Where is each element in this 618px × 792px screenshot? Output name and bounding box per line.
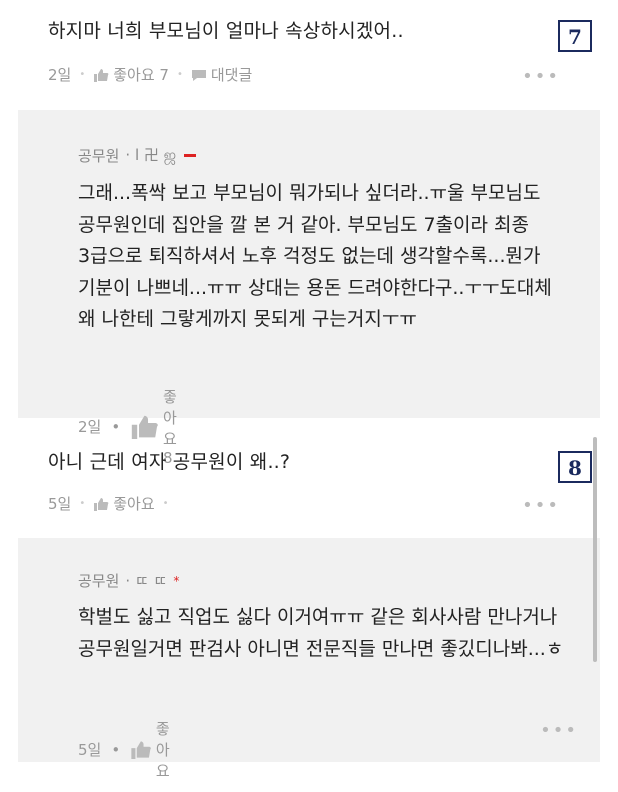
comment-1: 하지마 너희 부모님이 얼마나 속상하시겠어.. 7 2일 • 좋아요 7 • … [0, 0, 600, 110]
scrollbar[interactable] [593, 437, 597, 662]
reply-label: 대댓글 [210, 66, 253, 84]
number-badge: 7 [558, 20, 592, 52]
star-mark: * [173, 573, 180, 588]
comment-2: 아니 근데 여자 공무원이 왜..? 8 5일 • 좋아요 • ••• [0, 425, 600, 535]
reply-author-row: 공무원 · ㄸ ㄸ * [78, 570, 179, 591]
speech-bubble-icon [191, 69, 206, 81]
like-button[interactable]: 좋아요 [130, 718, 175, 781]
comment-text: 하지마 너희 부모님이 얼마나 속상하시겠어.. [48, 20, 404, 42]
more-options-button[interactable]: ••• [522, 66, 560, 87]
thumbs-up-icon [94, 497, 109, 511]
reply-time: 5일 [78, 741, 102, 759]
more-options-button[interactable]: ••• [540, 720, 578, 741]
separator-dot: • [111, 740, 121, 759]
reply-meta: 5일 • 좋아요 [78, 718, 176, 781]
thumbs-up-icon [131, 741, 152, 759]
reply-author[interactable]: 공무원 [78, 570, 119, 591]
separator-dot: • [79, 69, 86, 80]
author-badge: · ㄸ ㄸ [125, 572, 168, 590]
comment-time: 5일 [48, 495, 72, 513]
like-button[interactable]: 좋아요 7 [93, 64, 169, 85]
like-button[interactable]: 좋아요 [93, 493, 155, 514]
comment-time: 2일 [48, 66, 72, 84]
reply-author-row: 공무원 · l 卍 ஜ [78, 144, 197, 166]
separator-dot: • [176, 69, 183, 80]
separator-dot: • [162, 498, 169, 509]
like-count: 좋아요 [113, 495, 155, 513]
comment-meta: 2일 • 좋아요 7 • 대댓글 [48, 64, 252, 85]
like-count: 좋아요 [155, 720, 170, 780]
comment-meta: 5일 • 좋아요 • [48, 493, 169, 514]
reply-text: 그래...폭싹 보고 부모님이 뭐가되나 싶더라..ㅠ울 부모님도 공무원인데 … [78, 182, 552, 330]
reply-button[interactable]: 대댓글 [191, 64, 252, 85]
reply-author[interactable]: 공무원 [78, 145, 119, 166]
more-options-button[interactable]: ••• [522, 495, 560, 516]
reply-2: 공무원 · ㄸ ㄸ * 학벌도 싫고 직업도 싫다 이거여ㅠㅠ 같은 회사사람 … [18, 538, 600, 780]
reply-1: 공무원 · l 卍 ஜ 그래...폭싹 보고 부모님이 뭐가되나 싶더라..ㅠ울… [18, 110, 600, 467]
thumbs-up-icon [94, 68, 109, 82]
like-count: 좋아요 7 [113, 66, 169, 84]
flag-mark [184, 153, 197, 157]
comment-text: 아니 근데 여자 공무원이 왜..? [48, 451, 291, 473]
number-badge: 8 [558, 451, 592, 483]
separator-dot: • [79, 498, 86, 509]
reply-text: 학벌도 싫고 직업도 싫다 이거여ㅠㅠ 같은 회사사람 만나거나 공무원일거면 … [78, 606, 564, 660]
author-badge: · l 卍 ஜ [125, 146, 177, 164]
